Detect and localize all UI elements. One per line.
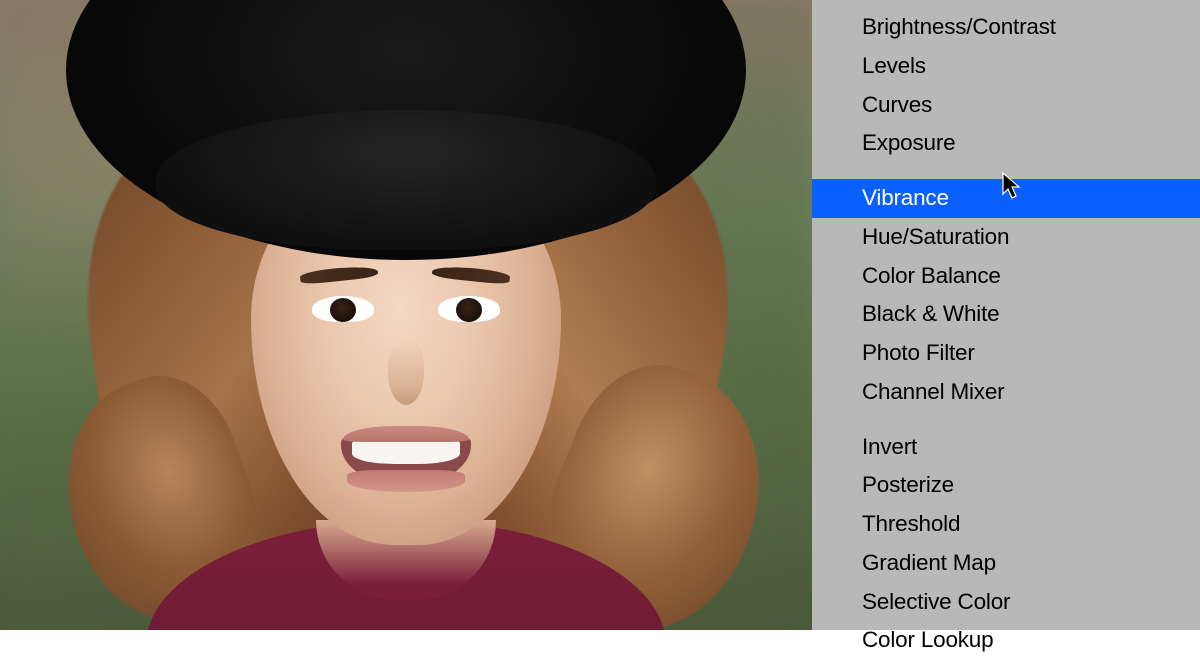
- menu-group-mapping: Invert Posterize Threshold Gradient Map …: [812, 424, 1200, 664]
- menu-item-color-balance[interactable]: Color Balance: [812, 257, 1200, 296]
- menu-item-exposure[interactable]: Exposure: [812, 124, 1200, 163]
- photo-subject-feature: [388, 340, 424, 405]
- menu-group-color: Vibrance Hue/Saturation Color Balance Bl…: [812, 175, 1200, 416]
- menu-item-selective-color[interactable]: Selective Color: [812, 583, 1200, 622]
- photo-subject-feature: [343, 426, 469, 442]
- menu-item-invert[interactable]: Invert: [812, 428, 1200, 467]
- photo-subject-feature: [438, 296, 500, 322]
- menu-item-color-lookup[interactable]: Color Lookup: [812, 621, 1200, 660]
- menu-item-photo-filter[interactable]: Photo Filter: [812, 334, 1200, 373]
- menu-item-black-white[interactable]: Black & White: [812, 295, 1200, 334]
- menu-item-curves[interactable]: Curves: [812, 86, 1200, 125]
- menu-item-posterize[interactable]: Posterize: [812, 466, 1200, 505]
- photo-subject-feature: [312, 296, 374, 322]
- menu-item-brightness-contrast[interactable]: Brightness/Contrast: [812, 8, 1200, 47]
- document-canvas[interactable]: [0, 0, 812, 630]
- adjustment-layer-menu: Brightness/Contrast Levels Curves Exposu…: [812, 0, 1200, 630]
- menu-group-tonal: Brightness/Contrast Levels Curves Exposu…: [812, 0, 1200, 167]
- menu-item-levels[interactable]: Levels: [812, 47, 1200, 86]
- menu-item-gradient-map[interactable]: Gradient Map: [812, 544, 1200, 583]
- photo-subject-hat: [156, 110, 656, 250]
- menu-item-channel-mixer[interactable]: Channel Mixer: [812, 373, 1200, 412]
- menu-item-threshold[interactable]: Threshold: [812, 505, 1200, 544]
- photo-subject-feature: [347, 470, 465, 492]
- menu-item-hue-saturation[interactable]: Hue/Saturation: [812, 218, 1200, 257]
- menu-item-vibrance[interactable]: Vibrance: [812, 179, 1200, 218]
